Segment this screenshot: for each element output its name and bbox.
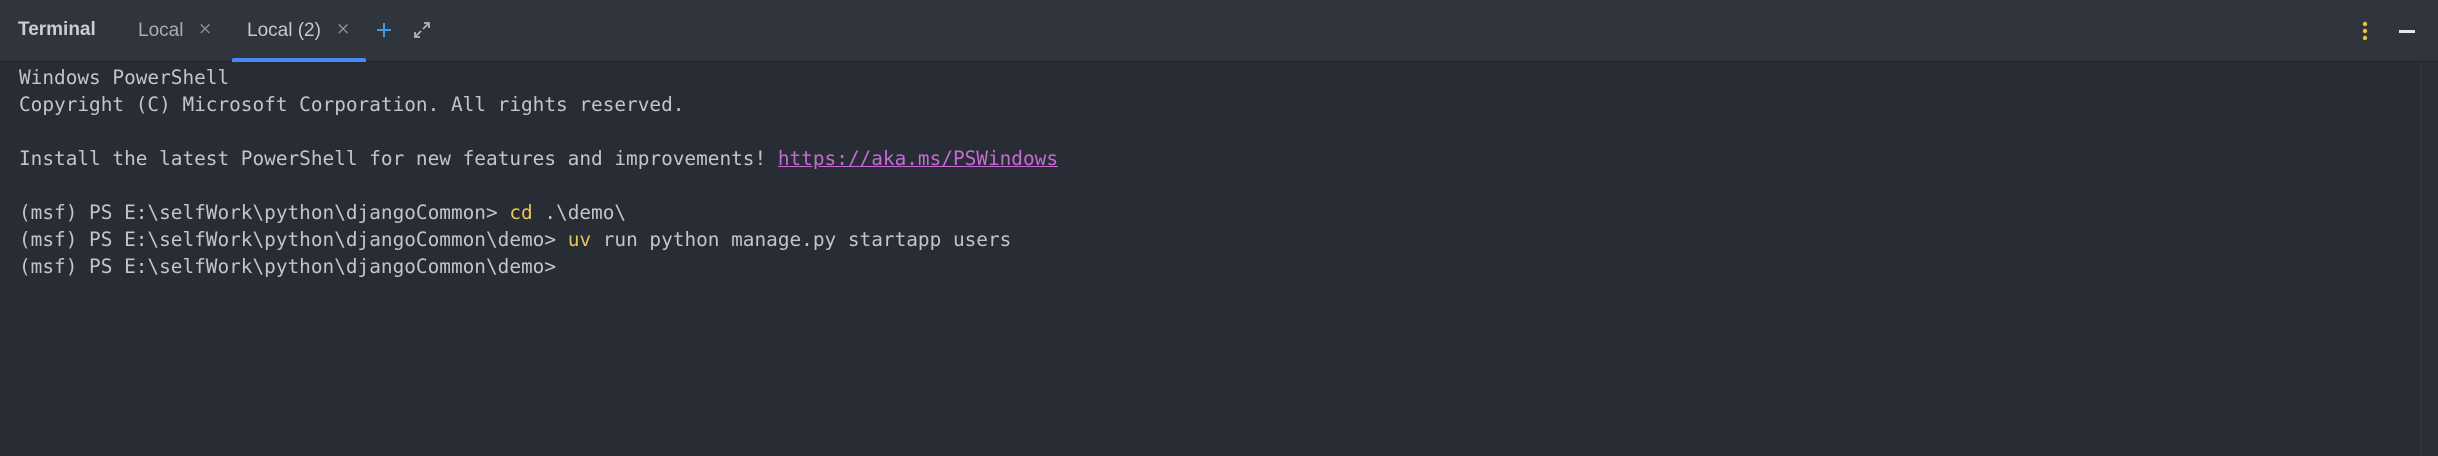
command-line: (msf) PS E:\selfWork\python\djangoCommon…: [19, 199, 2420, 226]
command-line: (msf) PS E:\selfWork\python\djangoCommon…: [19, 226, 2420, 253]
command-args: run python manage.py startapp users: [591, 228, 1012, 251]
tab-label: Local (2): [247, 20, 321, 41]
banner-line: Windows PowerShell: [19, 66, 230, 89]
plus-icon[interactable]: [374, 20, 394, 40]
kebab-menu-icon[interactable]: [2358, 20, 2372, 42]
terminal-tab-bar: Terminal Local × Local (2) ×: [0, 0, 2438, 62]
close-icon[interactable]: ×: [198, 21, 212, 38]
tab-local[interactable]: Local ×: [126, 0, 226, 62]
vertical-scrollbar[interactable]: [2420, 62, 2438, 456]
terminal-output[interactable]: Windows PowerShell Copyright (C) Microsof…: [0, 62, 2420, 456]
copyright-line: Copyright (C) Microsoft Corporation. All…: [19, 93, 685, 116]
command-args: .\demo\: [532, 201, 627, 224]
tab-local-2[interactable]: Local (2) ×: [232, 0, 366, 62]
minimize-icon[interactable]: [2396, 22, 2418, 40]
command-name: uv: [567, 228, 592, 251]
prompt: (msf) PS E:\selfWork\python\djangoCommon…: [19, 201, 510, 224]
prompt: (msf) PS E:\selfWork\python\djangoCommon…: [19, 228, 568, 251]
current-prompt-line[interactable]: (msf) PS E:\selfWork\python\djangoCommon…: [19, 253, 2420, 280]
tab-label: Local: [138, 20, 184, 41]
panel-title: Terminal: [18, 19, 96, 40]
command-name: cd: [509, 201, 533, 224]
powershell-link[interactable]: https://aka.ms/PSWindows: [778, 147, 1058, 170]
install-line: Install the latest PowerShell for new fe…: [19, 145, 2420, 172]
prompt: (msf) PS E:\selfWork\python\djangoCommon…: [19, 255, 568, 278]
close-icon[interactable]: ×: [336, 21, 350, 38]
terminal-tool-window: Terminal Local × Local (2) × Windows Pow…: [0, 0, 2438, 456]
install-text: Install the latest PowerShell for new fe…: [19, 147, 778, 170]
expand-icon[interactable]: [411, 19, 433, 41]
